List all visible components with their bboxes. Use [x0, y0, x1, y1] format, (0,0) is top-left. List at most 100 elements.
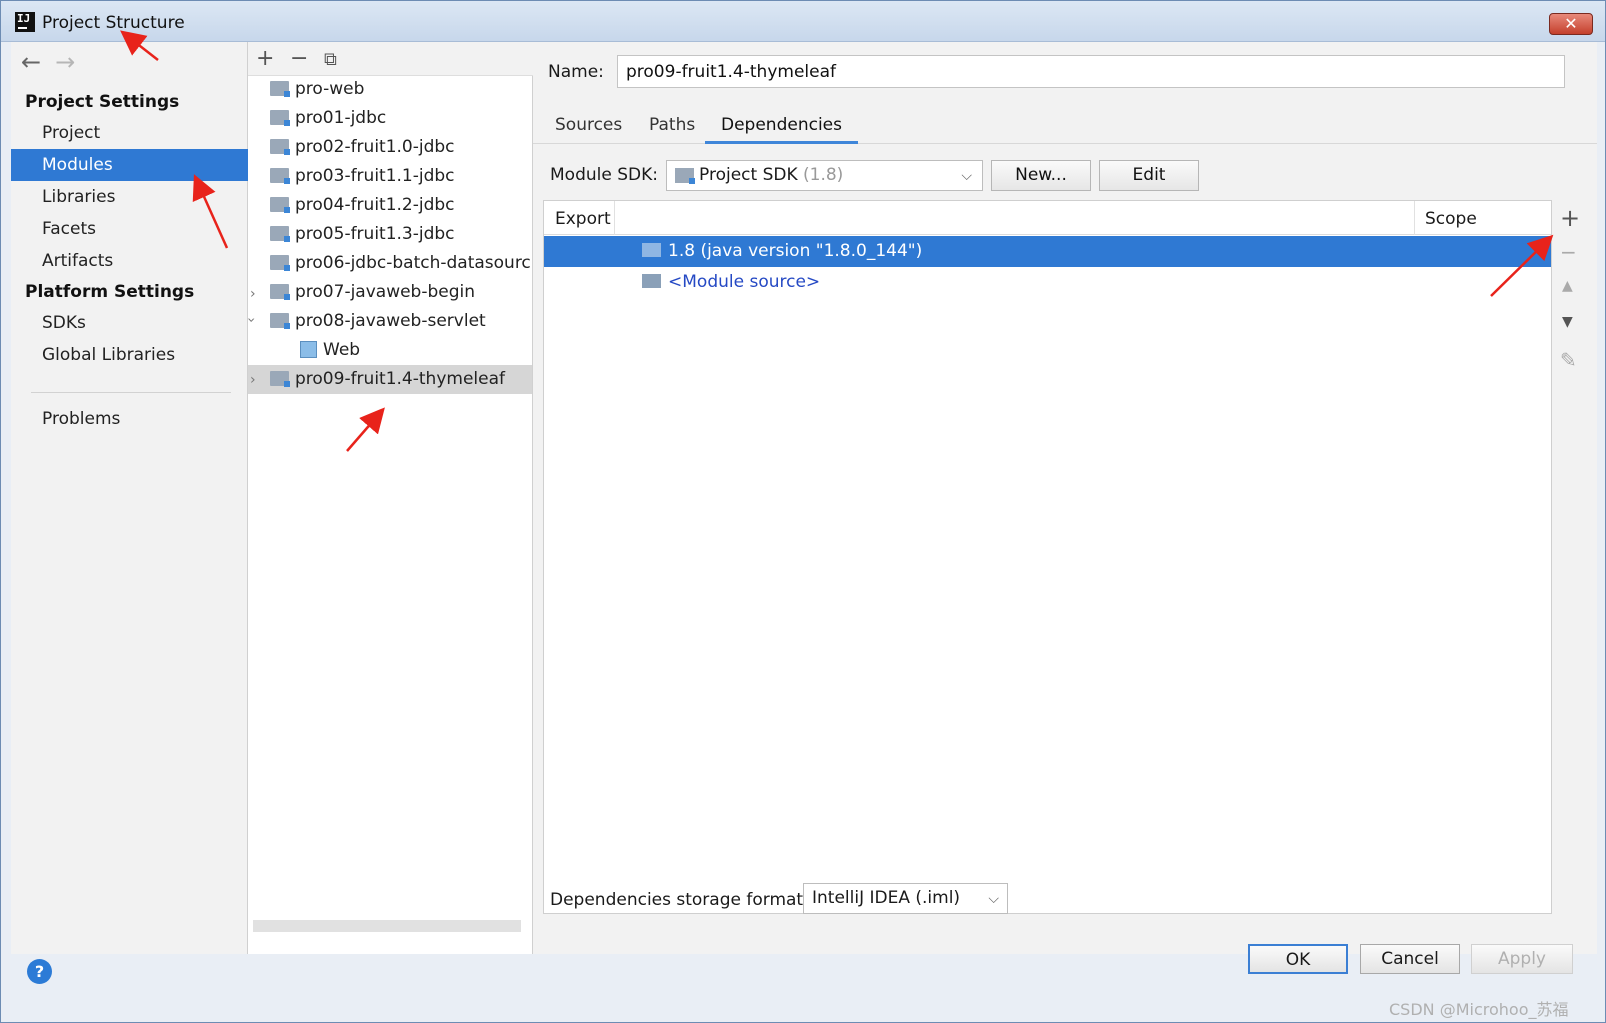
- add-module-icon[interactable]: +: [256, 46, 274, 71]
- nav-item-libraries[interactable]: Libraries: [11, 181, 248, 213]
- chevron-down-icon: ⌵: [961, 168, 972, 184]
- tree-item-label: pro07-javaweb-begin: [295, 282, 476, 302]
- help-icon[interactable]: ?: [27, 959, 52, 984]
- csdn-watermark: CSDN @Microhoo_苏福: [1389, 1000, 1569, 1019]
- module-folder-icon: [270, 313, 290, 329]
- project-structure-dialog: IJ Project Structure ✕ ← → Project Settin…: [0, 0, 1606, 1023]
- chevron-right-icon[interactable]: ›: [250, 286, 256, 302]
- module-sdk-label: Module SDK:: [550, 165, 658, 185]
- module-tree: + − ⧉ pro-web pro01-jdbc pro02-fruit1.0-…: [243, 42, 533, 954]
- module-folder-icon: [270, 255, 290, 271]
- module-folder-icon: [270, 284, 290, 300]
- sdk-version: (1.8): [803, 165, 844, 185]
- tree-item-pro04[interactable]: pro04-fruit1.2-jdbc: [270, 191, 530, 220]
- module-name-input[interactable]: [617, 55, 1565, 88]
- nav-item-modules[interactable]: Modules: [11, 149, 248, 181]
- tab-sources[interactable]: Sources: [539, 112, 638, 144]
- tree-item-label: pro03-fruit1.1-jdbc: [295, 166, 455, 186]
- nav-item-global-libraries[interactable]: Global Libraries: [11, 339, 248, 371]
- column-export[interactable]: Export: [555, 209, 611, 229]
- tree-item-pro-web[interactable]: pro-web: [270, 75, 530, 104]
- move-down-icon[interactable]: ▼: [1562, 314, 1573, 330]
- source-folder-icon: [642, 274, 661, 288]
- storage-format-select[interactable]: IntelliJ IDEA (.iml) ⌵: [803, 883, 1008, 914]
- sdk-value: Project SDK: [699, 165, 798, 185]
- tree-item-label: pro08-javaweb-servlet: [295, 311, 486, 331]
- tree-item-pro07[interactable]: pro07-javaweb-begin: [270, 278, 530, 307]
- module-folder-icon: [270, 226, 290, 242]
- tree-item-label: pro-web: [295, 79, 365, 99]
- nav-separator: [31, 392, 231, 393]
- settings-nav: ← → Project Settings Project Modules Libr…: [11, 42, 248, 954]
- tree-item-label: pro01-jdbc: [295, 108, 387, 128]
- tree-item-pro09[interactable]: pro09-fruit1.4-thymeleaf: [248, 365, 532, 394]
- ok-button[interactable]: OK: [1248, 944, 1348, 974]
- tree-item-pro05[interactable]: pro05-fruit1.3-jdbc: [270, 220, 530, 249]
- dependency-row-jdk[interactable]: 1.8 (java version "1.8.0_144"): [544, 236, 1551, 267]
- dependency-label: <Module source>: [668, 272, 821, 292]
- nav-item-sdks[interactable]: SDKs: [11, 307, 248, 339]
- tree-item-label: Web: [323, 340, 361, 360]
- title-bar: IJ Project Structure ✕: [1, 1, 1605, 42]
- module-tabs: Sources Paths Dependencies: [533, 106, 1597, 144]
- tree-item-label: pro05-fruit1.3-jdbc: [295, 224, 455, 244]
- add-dependency-icon[interactable]: +: [1560, 204, 1580, 232]
- storage-format-label: Dependencies storage format:: [550, 890, 809, 910]
- intellij-app-icon: IJ: [15, 12, 35, 32]
- tree-item-pro01[interactable]: pro01-jdbc: [270, 104, 530, 133]
- tree-item-pro02[interactable]: pro02-fruit1.0-jdbc: [270, 133, 530, 162]
- dependency-label: 1.8 (java version "1.8.0_144"): [668, 241, 923, 261]
- move-up-icon[interactable]: ▲: [1562, 278, 1573, 294]
- tree-item-label: pro09-fruit1.4-thymeleaf: [295, 369, 505, 389]
- sdk-folder-icon: [675, 168, 695, 184]
- column-scope[interactable]: Scope: [1425, 209, 1477, 229]
- name-label: Name:: [548, 62, 604, 82]
- dependencies-header: Export Scope: [544, 201, 1551, 235]
- window-title: Project Structure: [42, 13, 185, 33]
- forward-arrow-icon[interactable]: →: [55, 50, 75, 74]
- module-sdk-select[interactable]: Project SDK (1.8) ⌵: [666, 160, 983, 191]
- tab-dependencies[interactable]: Dependencies: [705, 112, 858, 144]
- tab-paths[interactable]: Paths: [633, 112, 711, 144]
- tree-item-pro08[interactable]: pro08-javaweb-servlet: [270, 307, 530, 336]
- close-button[interactable]: ✕: [1549, 13, 1593, 35]
- web-facet-icon: [300, 341, 317, 358]
- new-sdk-button[interactable]: New...: [991, 160, 1091, 191]
- tree-item-pro06[interactable]: pro06-jdbc-batch-datasourc: [270, 249, 532, 278]
- apply-button[interactable]: Apply: [1471, 944, 1573, 974]
- dependency-row-module-source[interactable]: <Module source>: [544, 267, 1551, 298]
- tree-item-pro03[interactable]: pro03-fruit1.1-jdbc: [270, 162, 530, 191]
- remove-dependency-icon[interactable]: −: [1560, 240, 1577, 264]
- platform-settings-header: Platform Settings: [25, 282, 195, 302]
- tree-horizontal-scrollbar[interactable]: [253, 920, 521, 932]
- copy-module-icon[interactable]: ⧉: [324, 49, 337, 70]
- module-folder-icon: [270, 139, 290, 155]
- module-folder-icon: [270, 371, 290, 387]
- module-details: Name: Sources Paths Dependencies Module …: [533, 42, 1597, 954]
- dependencies-table: Export Scope 1.8 (java version "1.8.0_14…: [543, 200, 1552, 914]
- tree-item-label: pro06-jdbc-batch-datasourc: [295, 253, 531, 273]
- nav-arrows: ← →: [21, 50, 89, 78]
- chevron-right-icon[interactable]: ›: [250, 372, 256, 388]
- cancel-button[interactable]: Cancel: [1360, 944, 1460, 974]
- nav-item-problems[interactable]: Problems: [11, 403, 248, 435]
- column-divider: [1414, 201, 1415, 235]
- storage-format-value: IntelliJ IDEA (.iml): [812, 888, 961, 908]
- edit-sdk-button[interactable]: Edit: [1099, 160, 1199, 191]
- tree-item-web-facet[interactable]: Web: [300, 336, 530, 365]
- nav-item-artifacts[interactable]: Artifacts: [11, 245, 248, 277]
- module-folder-icon: [270, 197, 290, 213]
- remove-module-icon[interactable]: −: [290, 46, 308, 71]
- jdk-folder-icon: [642, 243, 661, 257]
- back-arrow-icon[interactable]: ←: [21, 50, 41, 74]
- module-tree-toolbar: + − ⧉: [248, 42, 533, 76]
- nav-item-facets[interactable]: Facets: [11, 213, 248, 245]
- module-folder-icon: [270, 110, 290, 126]
- chevron-down-icon[interactable]: ›: [243, 317, 259, 323]
- tree-item-label: pro04-fruit1.2-jdbc: [295, 195, 455, 215]
- column-divider: [614, 201, 615, 235]
- chevron-down-icon: ⌵: [988, 891, 999, 907]
- nav-item-project[interactable]: Project: [11, 117, 248, 149]
- dependencies-toolbar: + − ▲ ▼ ✎: [1552, 200, 1586, 914]
- edit-dependency-icon[interactable]: ✎: [1560, 348, 1577, 372]
